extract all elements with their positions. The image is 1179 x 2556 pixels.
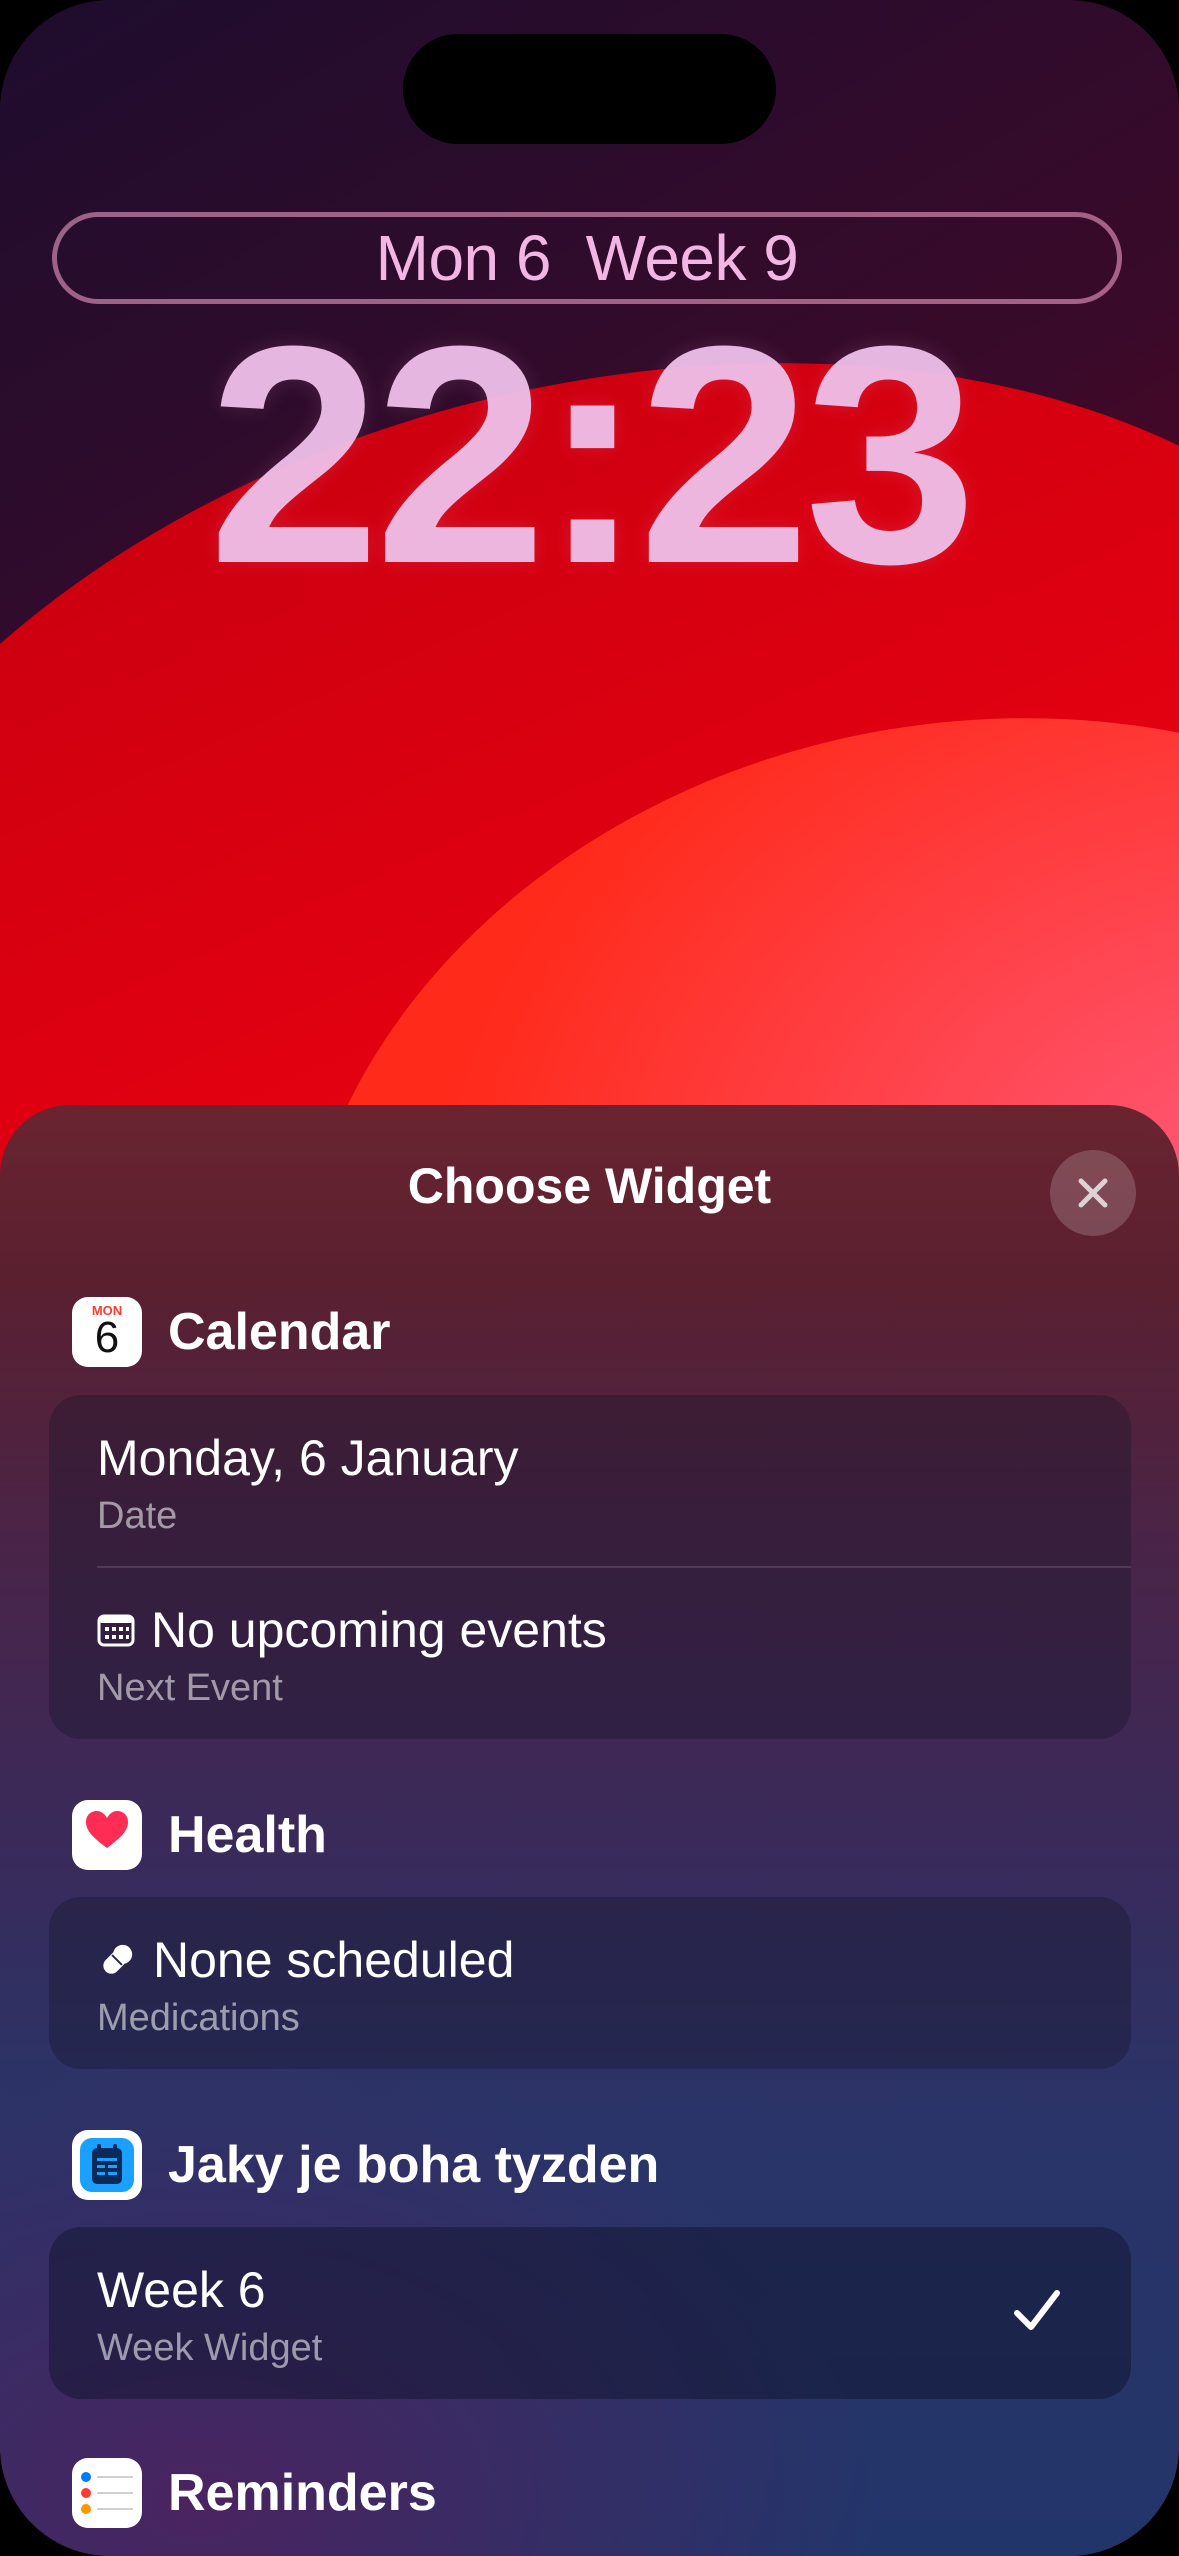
reminders-icon <box>81 2472 133 2514</box>
checkmark-icon <box>1014 2290 1060 2330</box>
widget-title-row: None scheduled <box>97 1931 514 1989</box>
widget-title: Monday, 6 January <box>97 1430 519 1486</box>
section-health: Health <box>72 1799 327 1871</box>
pill-icon <box>97 1940 137 1980</box>
widget-subtitle: Medications <box>97 1997 300 2039</box>
lock-clock: 22:23 <box>208 281 977 628</box>
week-app-widget-card: Week 6 Week Widget <box>49 2227 1131 2399</box>
heart-icon <box>86 1811 128 1848</box>
widget-option-next-event[interactable]: No upcoming events Next Event <box>49 1567 1131 1739</box>
calendar-icon-date: 6 <box>94 1313 120 1362</box>
close-button[interactable] <box>1050 1150 1136 1236</box>
widget-subtitle: Date <box>97 1495 178 1537</box>
section-label: Jaky je boha tyzden <box>168 2136 660 2194</box>
week-app-icon <box>72 2130 142 2200</box>
widget-title-row: No upcoming events <box>97 1601 607 1659</box>
choose-widget-sheet: Choose Widget MON 6 Calendar Monday, 6 J… <box>0 1105 1179 2556</box>
widget-title: Week 6 <box>97 2262 266 2318</box>
calendar-app-icon: MON 6 <box>72 1297 142 1367</box>
section-label: Health <box>168 1806 327 1864</box>
calendar-grid-icon <box>97 1613 135 1647</box>
calendar-widget-card: Monday, 6 January Date No upcoming event… <box>49 1395 1131 1739</box>
widget-title: No upcoming events <box>151 1602 607 1658</box>
section-week-app: Jaky je boha tyzden <box>72 2129 659 2201</box>
widget-option-medications[interactable]: None scheduled Medications <box>49 1897 1131 2069</box>
widget-subtitle: Week Widget <box>97 2327 323 2369</box>
sheet-title: Choose Widget <box>407 1158 772 1214</box>
widget-subtitle: Next Event <box>97 1667 283 1709</box>
section-reminders: Reminders <box>72 2457 437 2529</box>
section-label: Reminders <box>168 2464 437 2522</box>
widget-option-date[interactable]: Monday, 6 January Date <box>49 1395 1131 1567</box>
close-icon <box>1078 1178 1108 1208</box>
widget-title: None scheduled <box>153 1932 515 1988</box>
section-calendar: MON 6 Calendar <box>72 1296 391 1368</box>
lock-screen: Mon 6 Week 9 22:23 Choose Widget MON 6 C… <box>0 0 1179 2556</box>
health-widget-card: None scheduled Medications <box>49 1897 1131 2069</box>
dynamic-island <box>403 34 776 144</box>
health-app-icon <box>72 1800 142 1870</box>
reminders-app-icon <box>72 2458 142 2528</box>
week-app-glyph <box>92 2144 122 2184</box>
section-label: Calendar <box>168 1303 391 1361</box>
widget-option-week[interactable]: Week 6 Week Widget <box>49 2227 1131 2399</box>
